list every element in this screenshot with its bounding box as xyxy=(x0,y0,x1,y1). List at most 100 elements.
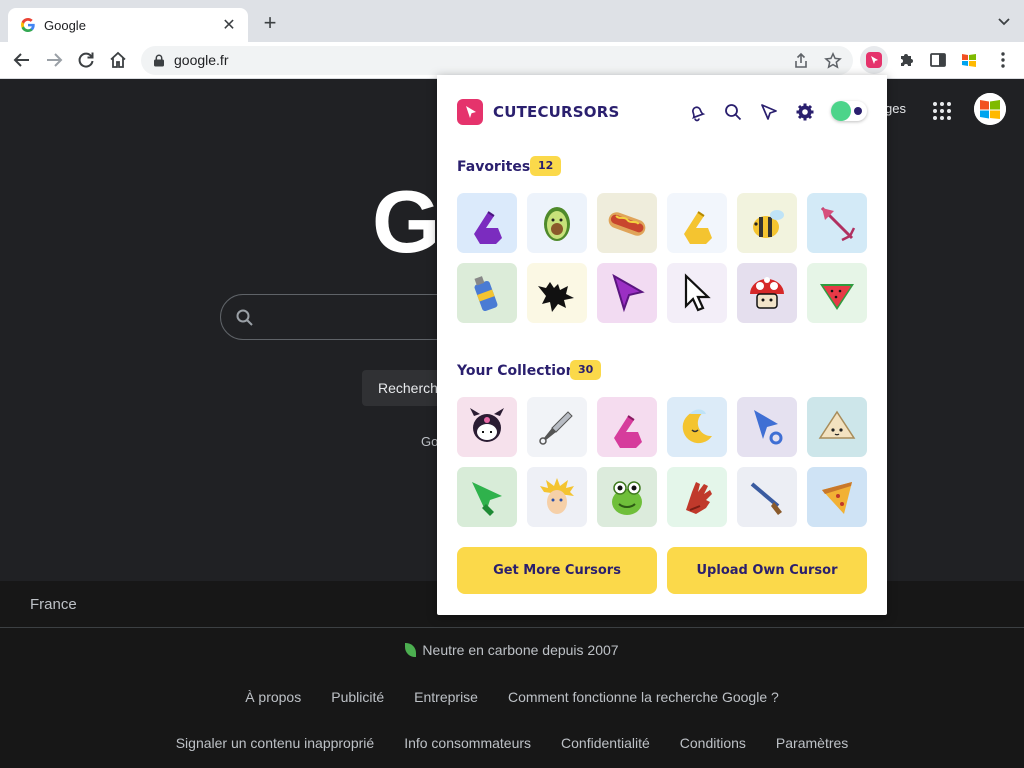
pizza-icon xyxy=(822,482,852,514)
dumpling-icon xyxy=(818,410,856,439)
footer-link-settings[interactable]: Paramètres xyxy=(776,735,848,751)
back-arrow-icon[interactable] xyxy=(12,50,32,70)
red-glove-icon xyxy=(686,482,712,514)
bat-icon xyxy=(538,282,574,312)
address-bar[interactable]: google.fr xyxy=(141,46,853,75)
footer-link-consumer-info[interactable]: Info consommateurs xyxy=(404,735,531,751)
purple-arrow-icon xyxy=(612,273,645,313)
tab-close-icon[interactable]: ✕ xyxy=(220,15,238,35)
collection-cursor-pizza[interactable] xyxy=(807,467,867,527)
favorite-cursor-pink-arrow[interactable] xyxy=(807,193,867,253)
bell-icon[interactable] xyxy=(687,102,707,122)
collection-cursor-moon[interactable] xyxy=(667,397,727,457)
green-arrow-icon xyxy=(472,482,502,516)
lock-icon[interactable] xyxy=(153,54,165,67)
url-text[interactable]: google.fr xyxy=(174,52,228,68)
collection-grid xyxy=(457,397,867,527)
collection-cursor-blue-arrow-ring[interactable] xyxy=(737,397,797,457)
favorite-cursor-yellow-foam-finger[interactable] xyxy=(667,193,727,253)
cutecursors-popup: CUTECURSORS Favorites 12 Your Collection… xyxy=(437,75,887,615)
reload-icon[interactable] xyxy=(76,50,96,70)
footer-link-terms[interactable]: Conditions xyxy=(680,735,746,751)
gear-icon[interactable] xyxy=(795,102,815,122)
favorite-cursor-mushroom[interactable] xyxy=(737,263,797,323)
collection-cursor-pink-foam-finger[interactable] xyxy=(597,397,657,457)
favorite-cursor-watermelon[interactable] xyxy=(807,263,867,323)
favorite-cursor-bee[interactable] xyxy=(737,193,797,253)
tab-search-chevron-icon[interactable] xyxy=(996,13,1012,29)
bookmark-star-icon[interactable] xyxy=(824,52,842,70)
footer-links-row-1: À propos Publicité Entreprise Comment fo… xyxy=(0,689,1024,705)
favorite-cursor-pixel-arrow[interactable] xyxy=(667,263,727,323)
upload-own-cursor-button[interactable]: Upload Own Cursor xyxy=(667,547,867,594)
yellow-foam-finger-icon xyxy=(684,211,712,244)
browser-menu-icon[interactable] xyxy=(993,50,1013,70)
pink-arrow-icon xyxy=(820,206,856,242)
collection-cursor-om-nom[interactable] xyxy=(597,467,657,527)
blue-arrow-ring-icon xyxy=(754,410,783,445)
tab-title: Google xyxy=(44,17,86,33)
carbon-text[interactable]: Neutre en carbone depuis 2007 xyxy=(422,642,618,658)
favorites-title: Favorites xyxy=(457,159,531,175)
collection-title: Your Collection xyxy=(457,363,576,379)
collection-cursor-red-glove[interactable] xyxy=(667,467,727,527)
purple-foam-finger-icon xyxy=(474,211,502,244)
shotgun-icon xyxy=(750,482,782,515)
footer-link-advertising[interactable]: Publicité xyxy=(331,689,384,705)
extensions-puzzle-icon[interactable] xyxy=(897,50,917,70)
footer-link-report[interactable]: Signaler un contenu inapproprié xyxy=(176,735,374,751)
profile-avatar-icon[interactable] xyxy=(959,50,979,70)
bee-icon xyxy=(753,210,784,238)
account-avatar[interactable] xyxy=(974,93,1006,125)
tab-strip: Google ✕ + xyxy=(0,0,1024,42)
footer-link-privacy[interactable]: Confidentialité xyxy=(561,735,650,751)
mushroom-icon xyxy=(750,277,784,309)
collection-cursor-shotgun[interactable] xyxy=(737,467,797,527)
google-apps-grid-icon[interactable] xyxy=(932,101,952,121)
favorite-cursor-bat[interactable] xyxy=(527,263,587,323)
extension-toggle[interactable] xyxy=(831,101,867,121)
favorite-cursor-purple-foam-finger[interactable] xyxy=(457,193,517,253)
hotdog-icon xyxy=(608,212,646,236)
om-nom-icon xyxy=(612,481,642,515)
footer-link-business[interactable]: Entreprise xyxy=(414,689,478,705)
share-icon[interactable] xyxy=(792,52,810,70)
kunai-icon xyxy=(539,411,573,445)
avocado-icon xyxy=(544,207,570,241)
forward-arrow-icon[interactable] xyxy=(44,50,64,70)
side-panel-icon[interactable] xyxy=(928,50,948,70)
leaf-icon xyxy=(405,643,417,657)
watermelon-icon xyxy=(820,284,854,310)
footer-link-about[interactable]: À propos xyxy=(245,689,301,705)
naruto-icon xyxy=(540,478,574,514)
offered-in-text: Go xyxy=(421,434,439,449)
cursor-icon[interactable] xyxy=(759,102,779,122)
toggle-on-indicator xyxy=(831,101,851,121)
kuromi-icon xyxy=(470,408,504,442)
spray-can-icon xyxy=(474,276,498,312)
collection-cursor-dumpling[interactable] xyxy=(807,397,867,457)
footer-links-row-2: Signaler un contenu inapproprié Info con… xyxy=(0,735,1024,751)
collection-cursor-green-arrow[interactable] xyxy=(457,467,517,527)
collection-cursor-kunai[interactable] xyxy=(527,397,587,457)
images-link[interactable]: ges xyxy=(885,101,906,116)
cutecursors-extension-button[interactable] xyxy=(860,46,888,74)
new-tab-button[interactable]: + xyxy=(258,11,282,35)
favorite-cursor-purple-arrow[interactable] xyxy=(597,263,657,323)
favorite-cursor-hotdog[interactable] xyxy=(597,193,657,253)
favorite-cursor-spray-can[interactable] xyxy=(457,263,517,323)
browser-toolbar: google.fr xyxy=(0,42,1024,79)
collection-count-badge: 30 xyxy=(570,360,602,380)
browser-tab[interactable]: Google ✕ xyxy=(8,8,248,42)
collection-cursor-naruto[interactable] xyxy=(527,467,587,527)
search-icon[interactable] xyxy=(723,102,743,122)
brand-title: CUTECURSORS xyxy=(493,103,620,121)
cutecursors-extension-icon xyxy=(866,52,882,68)
country-label: France xyxy=(30,596,77,613)
carbon-neutral-note[interactable]: Neutre en carbone depuis 2007 xyxy=(0,642,1024,658)
collection-cursor-kuromi[interactable] xyxy=(457,397,517,457)
favorite-cursor-avocado[interactable] xyxy=(527,193,587,253)
get-more-cursors-button[interactable]: Get More Cursors xyxy=(457,547,657,594)
home-icon[interactable] xyxy=(108,50,128,70)
footer-link-how-search-works[interactable]: Comment fonctionne la recherche Google ? xyxy=(508,689,779,705)
